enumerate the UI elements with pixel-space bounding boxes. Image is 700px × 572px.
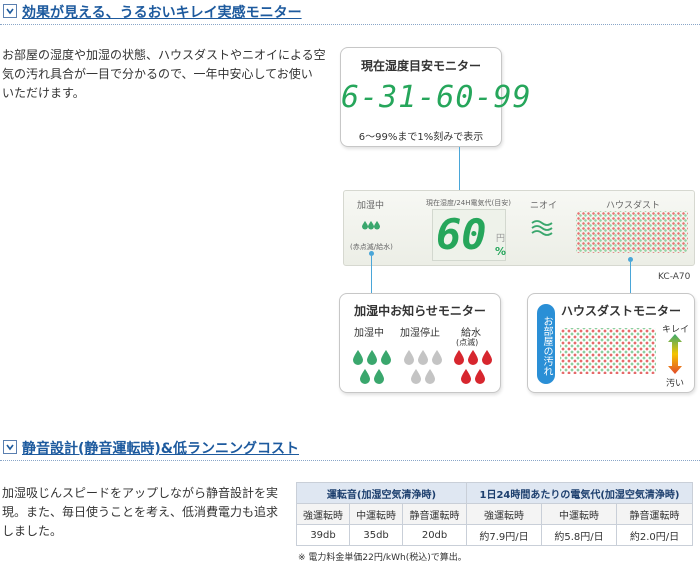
table-subheader: 静音運転時: [402, 503, 467, 525]
side-label: お部屋の汚れ: [537, 304, 555, 384]
table-group-header: 1日24時間あたりの電気代(加湿空気清浄時): [466, 482, 693, 504]
unit-percent: %: [495, 245, 507, 258]
section-title[interactable]: 効果が見える、うるおいキレイ実感モニター: [22, 2, 302, 22]
humidifying-drops-icon: [362, 221, 380, 235]
state-sub: (点滅): [456, 338, 479, 347]
table-footnote: ※ 電力料金単価22円/kWh(税込)で算出。: [298, 553, 467, 563]
connector-line: [630, 262, 631, 294]
table-subheader: 強運転時: [295, 503, 351, 525]
table-cell: 約2.0円/日: [616, 524, 693, 546]
card-note: 6〜99%まで1%刻みで表示: [358, 132, 484, 143]
table-cell: 39db: [295, 524, 351, 546]
table-subheader: 強運転時: [465, 503, 543, 525]
dust-dot-matrix: [576, 211, 688, 253]
section-description: 加湿吸じんスピードをアップしながら静音設計を実 現。また、毎日使うことを考え、低…: [2, 486, 279, 538]
section-title[interactable]: 静音設計(静音運転時)&低ランニングコスト: [22, 438, 299, 458]
label-humidifying: 加湿中: [357, 201, 385, 211]
dirty-label: 汚い: [666, 379, 685, 389]
odor-wave-icon: [531, 220, 553, 236]
checkbox-icon: [3, 4, 17, 18]
label-dust: ハウスダスト: [606, 201, 661, 211]
checkbox-icon: [3, 440, 17, 454]
drops-green-icon: [353, 350, 391, 384]
card-title: ハウスダストモニター: [560, 304, 681, 318]
divider: [0, 24, 700, 25]
section-description: お部屋の湿度や加湿の状態、ハウスダストやニオイによる空 気の汚れ具合が一目で分か…: [2, 48, 326, 100]
house-dust-card: ハウスダストモニター お部屋の汚れ キレイ 汚い: [527, 293, 695, 393]
table-subheader: 静音運転時: [616, 503, 693, 525]
table-subheader-row: 強運転時 中運転時 静音運転時 強運転時 中運転時 静音運転時: [295, 503, 693, 525]
label-odor: ニオイ: [530, 201, 558, 211]
humidity-monitor-card: 現在湿度目安モニター 6-31-60-99 6〜99%まで1%刻みで表示: [340, 47, 532, 147]
humidifying-indicator-card: 加湿中お知らせモニター 加湿中 加湿停止 給水 (点滅): [339, 293, 501, 393]
model-name: KC-A70: [658, 272, 691, 282]
table-header-row: 運転音(加湿空気清浄時) 1日24時間あたりの電気代(加湿空気清浄時): [296, 482, 693, 504]
dust-dot-matrix: [560, 328, 656, 374]
table-group-header: 運転音(加湿空気清浄時): [296, 482, 467, 504]
table-cell: 約5.8円/日: [541, 524, 618, 546]
divider: [0, 460, 700, 461]
unit-yen: 円: [496, 234, 506, 244]
section-header-quiet: 静音設計(静音運転時)&低ランニングコスト: [0, 436, 700, 462]
lcd-digits: 60: [436, 210, 487, 259]
table-subheader: 中運転時: [541, 503, 618, 525]
connector-line: [371, 256, 372, 294]
table-subheader: 中運転時: [349, 503, 404, 525]
drops-red-icon: [454, 350, 492, 384]
state-label: 加湿中: [354, 328, 384, 339]
card-title: 加湿中お知らせモニター: [354, 304, 486, 318]
spec-table: 運転音(加湿空気清浄時) 1日24時間あたりの電気代(加湿空気清浄時) 強運転時…: [295, 482, 693, 546]
segment-readout: 6-31-60-99: [341, 80, 532, 115]
table-row: 39db 35db 20db 約7.9円/日 約5.8円/日 約2.0円/日: [295, 524, 693, 546]
label-current: 現在湿度/24H電気代(目安): [426, 199, 511, 207]
display-panel: 加湿中 (赤点滅/給水) 現在湿度/24H電気代(目安) 60 円 % ニオイ …: [343, 190, 695, 266]
drops-gray-icon: [404, 350, 442, 384]
table-cell: 35db: [349, 524, 404, 546]
table-cell: 20db: [402, 524, 467, 546]
gradient-arrow-icon: [668, 334, 682, 374]
state-label: 加湿停止: [400, 328, 440, 339]
section-header-monitor: 効果が見える、うるおいキレイ実感モニター: [0, 0, 700, 26]
card-title: 現在湿度目安モニター: [360, 59, 481, 73]
table-cell: 約7.9円/日: [465, 524, 543, 546]
connector-line: [459, 147, 460, 193]
